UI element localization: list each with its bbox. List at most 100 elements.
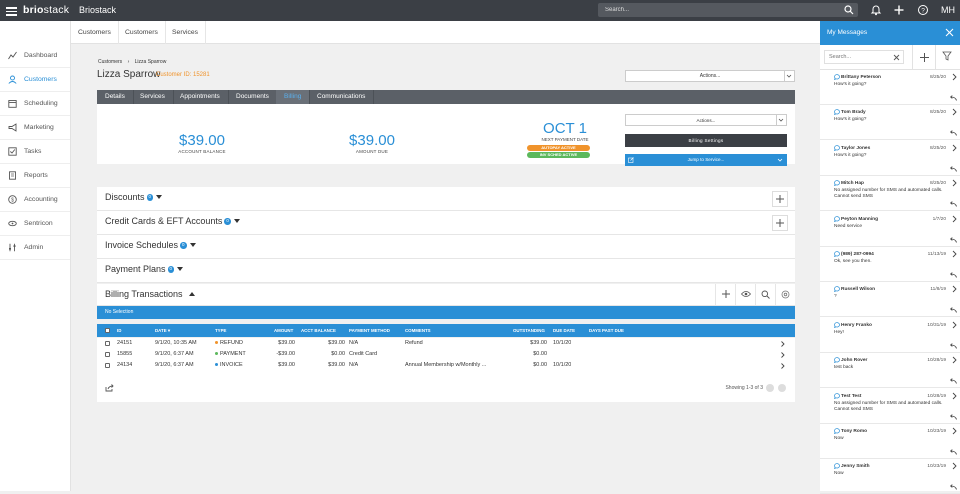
clear-search-icon[interactable] [893,54,900,61]
chevron-right-icon[interactable] [781,363,785,369]
chevron-right-icon[interactable] [781,341,785,347]
messages-search-input[interactable] [825,51,890,63]
plus-icon[interactable] [893,4,906,17]
nav-item-sentricon[interactable]: Sentricon [0,212,70,236]
message-item[interactable]: Test Test 10/28/19 No assigned number for … [820,389,960,424]
breadcrumb-customer[interactable]: Lizza Sparrow [135,59,167,65]
chevron-right-icon[interactable] [952,321,957,329]
reply-icon[interactable] [949,236,957,243]
chevron-right-icon[interactable] [952,392,957,400]
reply-icon[interactable] [949,449,957,455]
caret-down-icon[interactable] [177,267,184,272]
user-avatar[interactable]: MH [941,5,955,15]
reply-icon[interactable] [949,343,957,349]
chevron-right-icon[interactable] [952,144,957,152]
table-row[interactable]: 15855 9/1/20, 6:37 AM PAYMENT -$39.00 $0.00 C… [97,349,795,360]
settings-icon[interactable] [775,284,795,306]
add-credit-card-button[interactable] [772,215,788,231]
add-discount-button[interactable] [772,191,788,207]
chevron-right-icon[interactable] [952,179,957,187]
reply-icon[interactable] [949,378,957,384]
search-icon[interactable] [844,5,854,15]
nav-item-marketing[interactable]: Marketing [0,116,70,140]
billing-settings-button[interactable]: Billing Settings [625,134,787,147]
row-checkbox[interactable] [105,352,110,357]
select-all-checkbox[interactable] [105,328,110,333]
chevron-right-icon[interactable] [952,285,957,293]
message-item[interactable]: Russell Wilson 11/8/19? [820,282,960,318]
message-item[interactable]: John Rover 10/28/19 test back [820,353,960,389]
eye-icon[interactable] [735,284,755,306]
breadcrumb-customers[interactable]: Customers [98,59,122,65]
tab-billing[interactable]: Billing [276,90,310,104]
row-checkbox[interactable] [105,341,110,346]
nav-item-reports[interactable]: Reports [0,164,70,188]
tab-communications[interactable]: Communications [309,90,375,104]
reply-icon[interactable] [949,307,957,314]
brand-logo[interactable]: briostack [23,4,69,16]
tab-documents[interactable]: Documents [228,90,278,104]
new-message-button[interactable] [912,45,936,70]
column-header-date[interactable]: DATE ▾ [155,324,170,337]
reply-icon[interactable] [949,130,957,137]
caret-down-icon[interactable] [156,195,163,200]
subnav-tab-customers-2[interactable]: Customers [118,21,166,44]
column-header-id[interactable]: ID [117,324,121,337]
next-page-button[interactable] [778,384,786,392]
caret-down-icon[interactable] [233,219,240,224]
caret-down-icon[interactable] [189,243,196,248]
chevron-right-icon[interactable] [952,73,957,81]
column-header-days-past-due[interactable]: DAYS PAST DUE [589,324,624,337]
caret-up-icon[interactable] [188,292,195,297]
close-icon[interactable] [945,28,954,37]
prev-page-button[interactable] [766,384,774,392]
chevron-right-icon[interactable] [952,462,957,470]
column-header-payment-method[interactable]: PAYMENT METHOD [349,324,390,337]
message-item[interactable]: Brittany Peterson 8/25/20 How's it going? [820,70,960,105]
nav-item-scheduling[interactable]: Scheduling [0,92,70,116]
jump-to-service-dropdown[interactable]: Jump to Service... [625,154,787,166]
bell-icon[interactable] [870,4,883,17]
global-search-input[interactable] [598,3,838,17]
subnav-tab-services[interactable]: Services [165,21,207,44]
column-header-outstanding[interactable]: OUTSTANDING [513,324,545,337]
nav-item-accounting[interactable]: $ Accounting [0,188,70,212]
help-icon[interactable]: ? [917,4,930,17]
message-item[interactable]: Henry Franko 10/31/19 Hey! [820,318,960,353]
reply-icon[interactable] [949,413,957,420]
nav-item-admin[interactable]: Admin [0,236,70,260]
chevron-right-icon[interactable] [952,215,957,223]
row-checkbox[interactable] [105,363,110,368]
tab-services[interactable]: Services [132,90,174,104]
nav-item-customers[interactable]: Customers [0,68,70,92]
message-item[interactable]: (989) 287-0994 11/13/19 Ok, see you then. [820,247,960,282]
tab-appointments[interactable]: Appointments [172,90,229,104]
chevron-right-icon[interactable] [952,427,957,435]
nav-item-dashboard[interactable]: Dashboard [0,44,70,68]
column-header-type[interactable]: TYPE [215,324,226,337]
column-header-amount[interactable]: AMOUNT [274,324,293,337]
message-item[interactable]: Peyton Manning 1/7/20 Need service [820,212,960,247]
billing-actions-dropdown[interactable]: Actions... [625,114,787,126]
tab-details[interactable]: Details [97,90,134,104]
message-item[interactable]: Jenny Smith 10/23/19 Now [820,459,960,494]
reply-icon[interactable] [949,166,957,172]
filter-icon[interactable] [942,51,952,61]
message-item[interactable]: Tony Romo 10/23/19 Now [820,424,960,459]
column-header-due-date[interactable]: DUE DATE [553,324,575,337]
chevron-right-icon[interactable] [781,352,785,358]
column-header-comments[interactable]: COMMENTS [405,324,431,337]
message-item[interactable]: Taylor Jones 8/25/20 How's it going? [820,141,960,176]
reply-icon[interactable] [949,201,957,207]
message-item[interactable]: Tom Brady 8/25/20 How's it going? [820,105,960,141]
export-icon[interactable] [105,384,114,392]
nav-item-tasks[interactable]: Tasks [0,140,70,164]
actions-dropdown[interactable]: Actions... [625,70,795,82]
chevron-right-icon[interactable] [952,108,957,116]
chevron-right-icon[interactable] [952,250,957,258]
hamburger-menu-icon[interactable] [6,5,17,16]
reply-icon[interactable] [949,95,957,101]
chevron-right-icon[interactable] [952,356,957,364]
column-header-acct-balance[interactable]: ACCT BALANCE [301,324,336,337]
reply-icon[interactable] [949,272,957,278]
